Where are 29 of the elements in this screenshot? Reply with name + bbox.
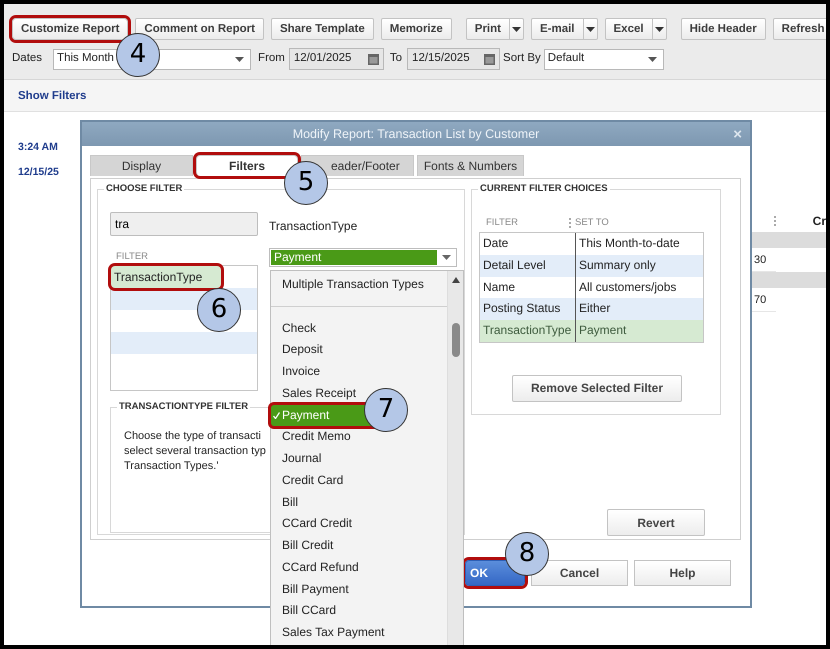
table-cell-text: This Month-to-date xyxy=(578,235,680,252)
column-header: FILTER xyxy=(116,251,148,262)
table-cell-text: All customers/jobs xyxy=(578,278,676,296)
description-text: Transaction Types.' xyxy=(124,459,218,474)
step-callout-tooltip: 8 xyxy=(505,532,549,576)
dates-label: Dates xyxy=(12,51,42,66)
select-value: Payment xyxy=(271,250,437,265)
column-header: FILTER xyxy=(485,216,520,230)
table-cell-text: Summary only xyxy=(578,256,656,274)
date-value: 12/15/2025 xyxy=(412,51,470,66)
sort-by-label: Sort By xyxy=(503,51,541,66)
select-value: This Month xyxy=(57,51,114,66)
to-label: To xyxy=(390,51,402,66)
date-value: 12/01/2025 xyxy=(294,51,352,66)
column-header: SET TO xyxy=(574,216,609,230)
description-text: Choose the type of transacti xyxy=(124,429,261,444)
step-callout-tooltip: 5 xyxy=(284,161,328,205)
report-date: 12/15/25 xyxy=(18,164,59,180)
table-cell-text: Either xyxy=(578,300,610,318)
from-label: From xyxy=(258,51,285,66)
select-value: Default xyxy=(548,51,584,66)
dialog-title: Modify Report: Transaction List by Customer xyxy=(292,126,540,143)
filter-name-label: TransactionType xyxy=(269,219,358,233)
column-header: Cr xyxy=(812,213,826,230)
description-text: select several transaction typ xyxy=(124,444,266,459)
table-cell: TransactionType xyxy=(480,320,576,342)
report-time: 3:24 AM xyxy=(18,140,59,155)
step-callout-tooltip: 7 xyxy=(364,388,408,432)
table-cell-text: Payment xyxy=(578,322,626,340)
